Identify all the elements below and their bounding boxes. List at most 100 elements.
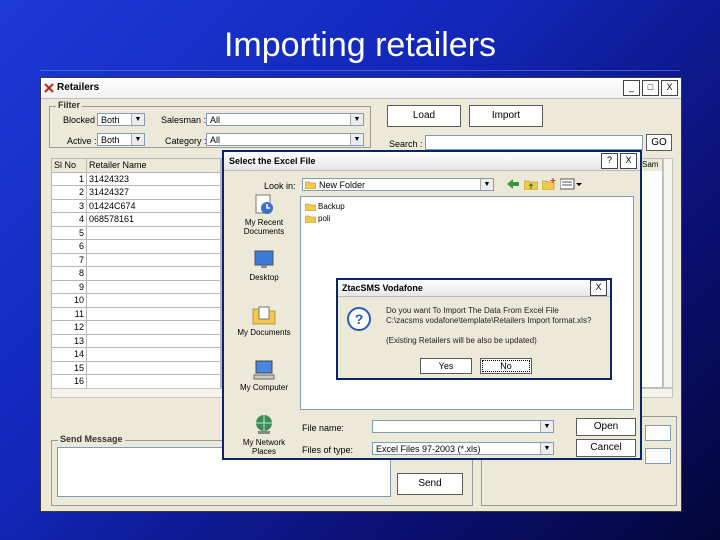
place-desktop[interactable]: Desktop xyxy=(232,249,296,302)
up-folder-icon[interactable] xyxy=(524,178,538,190)
right-column-header[interactable]: Sam xyxy=(642,159,662,171)
row-number: 4 xyxy=(51,212,87,227)
import-button[interactable]: Import xyxy=(469,105,543,127)
table-row[interactable]: 12 xyxy=(51,320,221,335)
table-row[interactable]: 6 xyxy=(51,239,221,254)
retailer-name-cell[interactable] xyxy=(86,374,221,389)
file-name-input[interactable]: ▼ xyxy=(372,420,554,433)
no-button[interactable]: No xyxy=(480,358,532,374)
retailer-name-cell[interactable]: 068578161 xyxy=(86,212,221,227)
views-menu-icon[interactable] xyxy=(560,178,582,190)
confirm-close-button[interactable]: X xyxy=(590,280,607,296)
salesman-select[interactable]: All ▼ xyxy=(206,113,364,126)
retailer-name-cell[interactable] xyxy=(86,293,221,308)
filter-group-label: Filter xyxy=(56,100,83,110)
my-documents-icon xyxy=(252,306,276,325)
blocked-label: Blocked : xyxy=(63,115,101,125)
place-my-computer[interactable]: My Computer xyxy=(232,359,296,412)
chevron-down-icon[interactable]: ▼ xyxy=(480,179,493,190)
row-number: 7 xyxy=(51,252,87,267)
right-column-area: Sam xyxy=(641,158,663,388)
row-number: 8 xyxy=(51,266,87,281)
new-folder-icon[interactable] xyxy=(542,178,556,190)
retailer-name-cell[interactable] xyxy=(86,320,221,335)
list-item[interactable]: Backup xyxy=(304,201,345,212)
table-row[interactable]: 5 xyxy=(51,225,221,240)
chevron-down-icon[interactable]: ▼ xyxy=(350,114,363,125)
blocked-select-value: Both xyxy=(101,115,120,125)
maximize-button[interactable]: □ xyxy=(642,80,659,96)
open-button[interactable]: Open xyxy=(576,418,636,436)
go-button[interactable]: GO xyxy=(646,134,672,151)
send-button[interactable]: Send xyxy=(397,473,463,495)
search-input[interactable] xyxy=(425,135,643,150)
table-row[interactable]: 11 xyxy=(51,306,221,321)
table-row[interactable]: 10 xyxy=(51,293,221,308)
row-number: 2 xyxy=(51,185,87,200)
load-button[interactable]: Load xyxy=(387,105,461,127)
retailer-name-cell[interactable] xyxy=(86,252,221,267)
slide-title: Importing retailers xyxy=(223,26,497,64)
row-number: 11 xyxy=(51,306,87,321)
retailer-name-cell[interactable] xyxy=(86,347,221,362)
retailer-name-cell[interactable] xyxy=(86,225,221,240)
table-row[interactable]: 1 31424323 xyxy=(51,171,221,186)
vertical-scrollbar[interactable] xyxy=(663,158,673,388)
chevron-down-icon[interactable]: ▼ xyxy=(540,443,553,454)
active-select[interactable]: Both ▼ xyxy=(97,133,145,146)
retailer-name-cell[interactable]: 31424327 xyxy=(86,185,221,200)
file-type-select[interactable]: Excel Files 97-2003 (*.xls) ▼ xyxy=(372,442,554,455)
dialog-title-bar[interactable]: Select the Excel File ? X xyxy=(224,152,640,171)
retailer-name-cell[interactable] xyxy=(86,360,221,375)
right-panel-field-2[interactable] xyxy=(645,448,671,464)
column-header-sl[interactable]: Sl No xyxy=(51,158,87,173)
active-label: Active : xyxy=(67,136,97,146)
place-my-documents[interactable]: My Documents xyxy=(232,304,296,357)
retailer-name-cell[interactable] xyxy=(86,239,221,254)
right-panel-field-1[interactable] xyxy=(645,425,671,441)
places-bar: My Recent Documents Desktop My Documents… xyxy=(232,192,296,467)
row-number: 10 xyxy=(51,293,87,308)
back-arrow-icon[interactable] xyxy=(506,178,520,190)
table-row[interactable]: 4 068578161 xyxy=(51,212,221,227)
chevron-down-icon[interactable]: ▼ xyxy=(350,134,363,145)
look-in-value: New Folder xyxy=(319,180,366,190)
cancel-button[interactable]: Cancel xyxy=(576,439,636,457)
retailer-name-cell[interactable] xyxy=(86,266,221,281)
row-number: 5 xyxy=(51,225,87,240)
chevron-down-icon[interactable]: ▼ xyxy=(540,421,553,432)
chevron-down-icon[interactable]: ▼ xyxy=(131,114,144,125)
table-row[interactable]: 13 xyxy=(51,333,221,348)
chevron-down-icon[interactable]: ▼ xyxy=(131,134,144,145)
place-recent-documents[interactable]: My Recent Documents xyxy=(232,194,296,247)
table-row[interactable]: 3 01424C674 xyxy=(51,198,221,213)
place-label: My Network Places xyxy=(242,438,286,456)
table-row[interactable]: 8 xyxy=(51,266,221,281)
retailer-name-cell[interactable]: 31424323 xyxy=(86,171,221,186)
place-my-network-places[interactable]: My Network Places xyxy=(232,414,296,467)
row-number: 3 xyxy=(51,198,87,213)
retailer-name-cell[interactable] xyxy=(86,279,221,294)
category-select[interactable]: All ▼ xyxy=(206,133,364,146)
retailer-name-cell[interactable]: 01424C674 xyxy=(86,198,221,213)
window-title-bar[interactable]: Retailers _ □ X xyxy=(41,78,681,99)
table-row[interactable]: 7 xyxy=(51,252,221,267)
table-row[interactable]: 9 xyxy=(51,279,221,294)
table-row[interactable]: 16 xyxy=(51,374,221,389)
retailers-table: Sl No Retailer Name 1 31424323 2 31424327 3 0… xyxy=(51,158,221,389)
list-item[interactable]: poli xyxy=(304,213,330,224)
close-button[interactable]: X xyxy=(661,80,678,96)
minimize-button[interactable]: _ xyxy=(623,80,640,96)
dialog-close-button[interactable]: X xyxy=(620,153,637,169)
look-in-select[interactable]: New Folder ▼ xyxy=(302,178,494,191)
table-row[interactable]: 14 xyxy=(51,347,221,362)
column-header-name[interactable]: Retailer Name xyxy=(86,158,221,173)
blocked-select[interactable]: Both ▼ xyxy=(97,113,145,126)
confirm-title-bar[interactable]: ZtacSMS Vodafone X xyxy=(338,280,610,297)
table-row[interactable]: 2 31424327 xyxy=(51,185,221,200)
table-row[interactable]: 15 xyxy=(51,360,221,375)
retailer-name-cell[interactable] xyxy=(86,333,221,348)
yes-button[interactable]: Yes xyxy=(420,358,472,374)
retailer-name-cell[interactable] xyxy=(86,306,221,321)
help-button[interactable]: ? xyxy=(601,153,618,169)
